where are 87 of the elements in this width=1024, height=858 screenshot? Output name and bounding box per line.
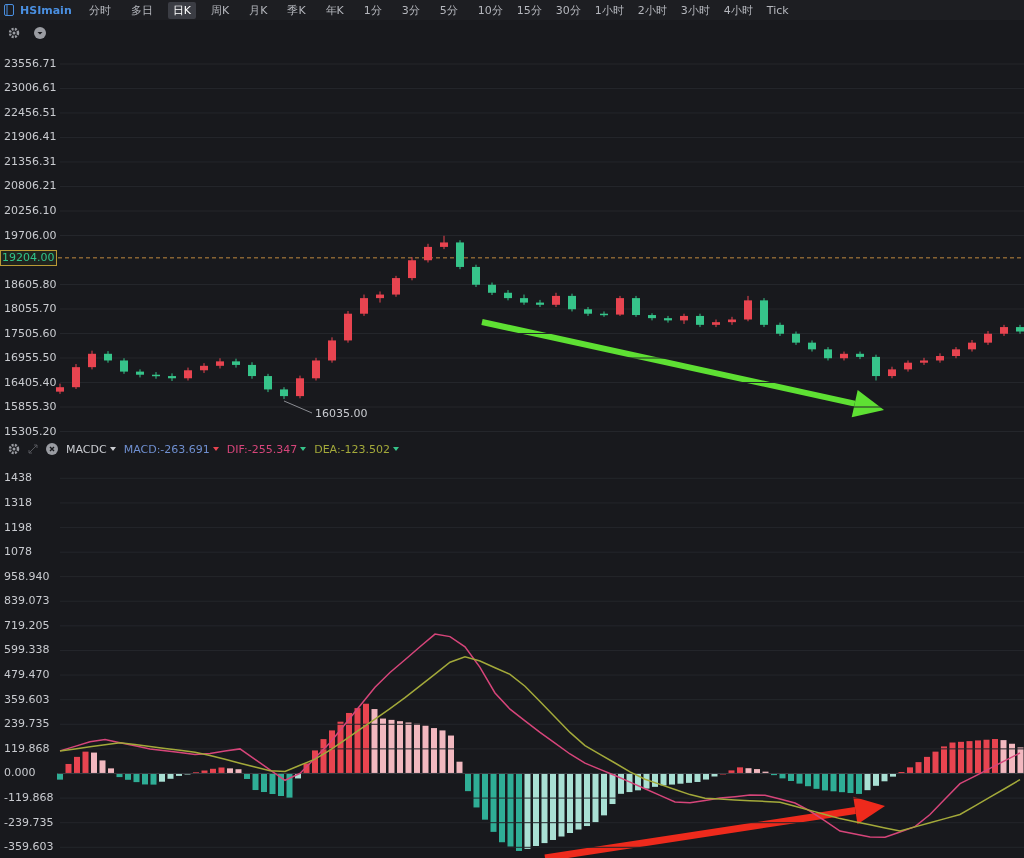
candlestick [472,264,480,288]
candlestick [744,295,752,322]
candlestick [904,359,912,373]
price-axis-label: 17505.60 [4,326,57,341]
period-tab[interactable]: 5分 [434,1,463,19]
candlestick [424,243,432,263]
period-tab[interactable]: 15分 [511,1,547,19]
price-axis-label: 20256.10 [4,204,57,218]
price-axis-label: 23006.61 [4,81,57,96]
macd-axis-label: 239.735 [4,717,50,732]
macd-value: MACD:-263.691 [123,442,219,456]
macd-axis-label: 839.073 [4,594,50,609]
candlestick [56,383,64,395]
candlestick [856,351,864,360]
macd-axis-label: 599.338 [4,643,50,658]
price-axis-label: 18055.70 [4,302,57,316]
period-tab[interactable]: 3小时 [675,1,715,19]
candlestick [408,256,416,281]
period-tab[interactable]: 分时 [83,1,116,19]
candlestick [808,339,816,353]
period-tab[interactable]: 3分 [396,1,425,19]
macd-axis-label: 1318 [4,495,32,510]
candlestick [232,358,240,369]
candlestick [264,373,272,393]
macd-axis-label: 119.868 [4,741,50,756]
candlestick [648,312,656,321]
candlestick [216,357,224,369]
period-tab[interactable]: 周K [205,1,235,19]
period-tab[interactable]: 月K [244,1,273,19]
price-axis-label: 18605.80 [4,277,57,292]
period-tab[interactable]: 2小时 [632,1,672,19]
symbol-label: HSImain [20,3,72,17]
period-tab[interactable]: 1小时 [589,1,629,19]
candlestick [728,316,736,326]
candlestick [312,357,320,382]
indicator-value: DEA:-123.502 [314,442,400,456]
candlestick [712,319,720,328]
period-tab[interactable]: Tick [761,1,794,19]
period-tab[interactable]: 30分 [550,1,586,19]
candlestick [616,295,624,317]
period-tab[interactable]: 1分 [358,1,387,19]
macd-axis-label: -119.868 [4,791,54,806]
candlestick [136,368,144,378]
candlestick [440,235,448,250]
price-axis-label: 20806.21 [4,179,57,194]
candlestick [72,363,80,390]
macd-axis-label: 958.940 [4,569,50,584]
current-price-label: 19204.00 [0,249,57,266]
indicator-selector[interactable]: MACDC [66,442,116,456]
macd-axis-label: -359.603 [4,840,54,855]
candlestick [296,375,304,399]
macd-axis-label: 0.000 [4,766,36,781]
price-axis-label: 16955.50 [4,351,57,365]
price-axis-label: 19706.00 [4,228,57,243]
period-tab[interactable]: 季K [282,1,311,19]
candlestick [88,350,96,370]
candlestick [504,289,512,301]
price-axis-label: 21356.31 [4,155,57,169]
low-price-label: 16035.00 [315,407,368,420]
price-axis-label: 16405.40 [4,375,57,390]
period-tab[interactable]: 年K [320,1,349,19]
candlestick [872,354,880,382]
macd-axis-label: 1438 [4,471,32,486]
candlestick [360,294,368,317]
macd-axis-label: 1078 [4,545,32,560]
candlestick [920,357,928,366]
price-axis-label: 21906.41 [4,130,57,145]
period-tab[interactable]: 10分 [472,1,508,19]
candlestick [968,339,976,353]
price-axis-label: 23556.71 [4,57,57,71]
macd-axis-label: -239.735 [4,815,54,830]
period-tab[interactable]: 日K [167,1,196,19]
candlestick [632,295,640,318]
candlestick [328,336,336,364]
macd-axis-label: 359.603 [4,692,50,707]
macd-axis-label: 719.205 [4,618,50,633]
price-axis-label: 15855.30 [4,400,57,414]
price-axis-label: 15305.20 [4,424,57,439]
candlestick [520,294,528,306]
candlestick [104,350,112,364]
period-tab[interactable]: 多日 [125,1,158,19]
period-tab[interactable]: 4小时 [718,1,758,19]
macd-axis-label: 479.470 [4,668,50,683]
candlestick [392,275,400,298]
price-axis-label: 22456.51 [4,106,57,120]
macd-axis-label: 1198 [4,520,32,535]
indicator-value: DIF:-255.347 [226,442,307,456]
